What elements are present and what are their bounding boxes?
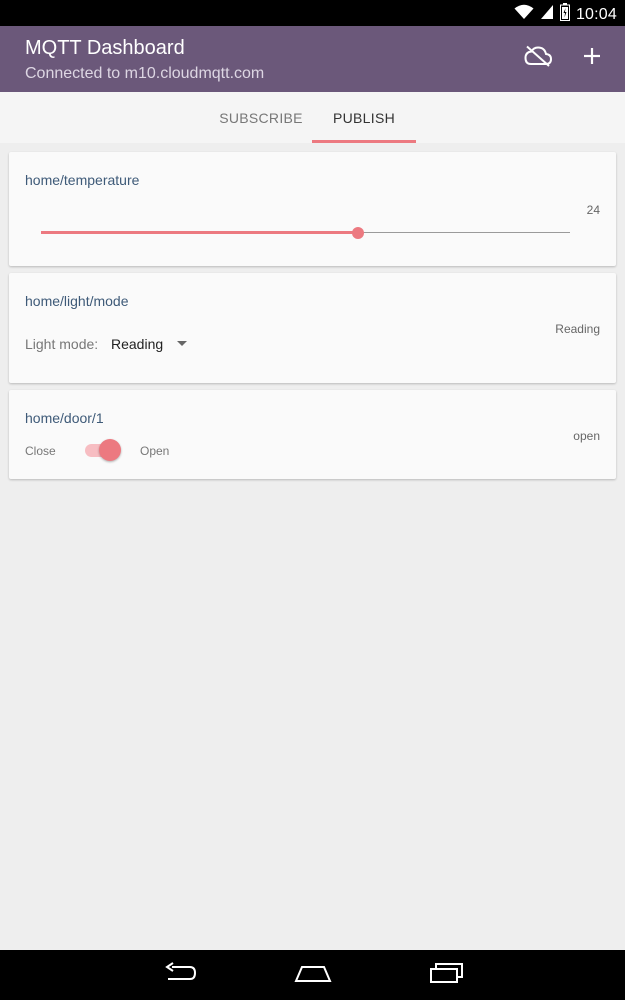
topic-label: home/light/mode — [25, 293, 129, 309]
dropdown-arrow-icon — [177, 341, 187, 346]
switch-thumb — [99, 439, 121, 461]
topic-label: home/door/1 — [25, 410, 104, 426]
value-label: 24 — [586, 203, 600, 217]
switch-on-label: Open — [140, 444, 170, 458]
recents-button[interactable] — [422, 960, 472, 990]
door-switch[interactable] — [85, 439, 121, 461]
tab-indicator — [312, 140, 416, 143]
add-icon — [583, 47, 601, 70]
card-light-mode: home/light/mode Reading Light mode: Read… — [9, 273, 616, 383]
tab-subscribe[interactable]: SUBSCRIBE — [210, 92, 312, 143]
status-bar: 10:04 — [0, 0, 625, 26]
back-icon — [162, 961, 198, 989]
app-bar: MQTT Dashboard Connected to m10.cloudmqt… — [0, 26, 625, 92]
navigation-bar — [0, 950, 625, 1000]
recents-icon — [429, 962, 465, 989]
light-mode-dropdown[interactable]: Reading — [111, 331, 201, 357]
connection-status: Connected to m10.cloudmqtt.com — [25, 65, 265, 82]
back-button[interactable] — [155, 960, 205, 990]
card-door: home/door/1 open Close Open — [9, 390, 616, 479]
cloud-off-icon — [524, 45, 553, 72]
cell-signal-icon — [540, 4, 554, 25]
clock-time: 10:04 — [575, 5, 617, 23]
light-mode-label: Light mode: — [25, 336, 99, 352]
dropdown-value: Reading — [111, 336, 164, 352]
topic-label: home/temperature — [25, 172, 140, 188]
tab-bar: SUBSCRIBE PUBLISH — [0, 92, 625, 143]
switch-off-label: Close — [25, 444, 56, 458]
slider-thumb[interactable] — [352, 227, 365, 239]
card-temperature: home/temperature 24 — [9, 152, 616, 266]
add-button[interactable] — [577, 43, 607, 73]
home-icon — [294, 963, 332, 988]
slider-fill — [41, 231, 359, 234]
wifi-icon — [514, 4, 534, 25]
app-title: MQTT Dashboard — [25, 37, 185, 59]
tab-publish[interactable]: PUBLISH — [312, 92, 416, 143]
temperature-slider[interactable] — [41, 225, 570, 241]
value-label: Reading — [555, 322, 600, 336]
home-button[interactable] — [288, 960, 338, 990]
battery-icon — [559, 3, 570, 26]
value-label: open — [573, 429, 600, 443]
disconnect-button[interactable] — [523, 43, 553, 73]
